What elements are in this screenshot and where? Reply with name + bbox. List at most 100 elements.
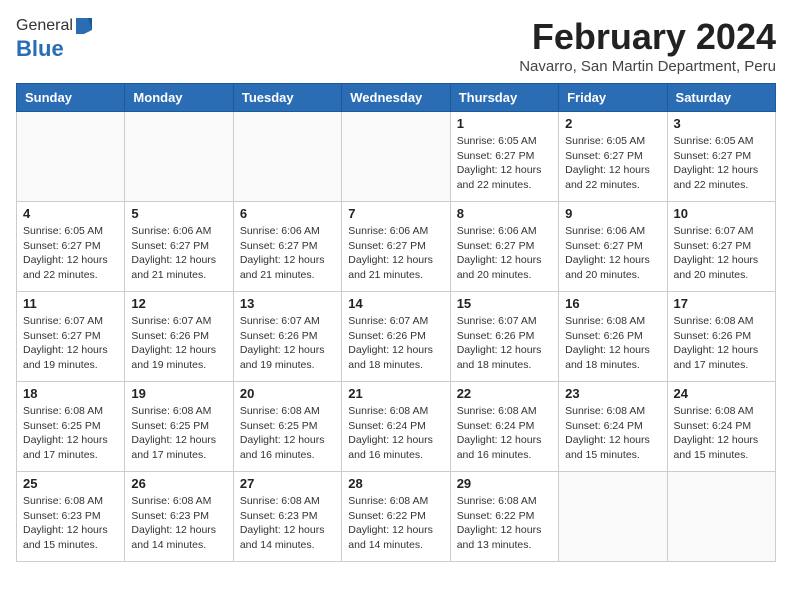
header-sunday: Sunday: [17, 84, 125, 112]
day-number: 16: [565, 296, 660, 311]
day-info: Sunrise: 6:05 AM Sunset: 6:27 PM Dayligh…: [565, 134, 660, 193]
day-info: Sunrise: 6:08 AM Sunset: 6:25 PM Dayligh…: [23, 404, 118, 463]
calendar-cell: [559, 472, 667, 562]
week-row-1: 4 Sunrise: 6:05 AM Sunset: 6:27 PM Daylig…: [17, 202, 776, 292]
calendar-cell: 9Sunrise: 6:06 AM Sunset: 6:27 PM Daylig…: [559, 202, 667, 292]
day-number: 3: [674, 116, 769, 131]
day-number: 22: [457, 386, 552, 401]
day-number: 23: [565, 386, 660, 401]
day-number: 1: [457, 116, 552, 131]
calendar-cell: 17 Sunrise: 6:08 AM Sunset: 6:26 PM Dayli…: [667, 292, 775, 382]
calendar-cell: [125, 112, 233, 202]
calendar-cell: 4 Sunrise: 6:05 AM Sunset: 6:27 PM Daylig…: [17, 202, 125, 292]
calendar-cell: 20 Sunrise: 6:08 AM Sunset: 6:25 PM Dayli…: [233, 382, 341, 472]
calendar-cell: 19 Sunrise: 6:08 AM Sunset: 6:25 PM Dayli…: [125, 382, 233, 472]
calendar-cell: [342, 112, 450, 202]
calendar-cell: 16 Sunrise: 6:08 AM Sunset: 6:26 PM Dayli…: [559, 292, 667, 382]
calendar-cell: 14 Sunrise: 6:07 AM Sunset: 6:26 PM Dayli…: [342, 292, 450, 382]
day-info: Sunrise: 6:07 AM Sunset: 6:27 PM Dayligh…: [674, 224, 769, 283]
week-row-4: 25 Sunrise: 6:08 AM Sunset: 6:23 PM Dayli…: [17, 472, 776, 562]
week-row-0: 1 Sunrise: 6:05 AM Sunset: 6:27 PM Daylig…: [17, 112, 776, 202]
title-area: February 2024 Navarro, San Martin Depart…: [519, 16, 776, 75]
calendar-cell: 25 Sunrise: 6:08 AM Sunset: 6:23 PM Dayli…: [17, 472, 125, 562]
day-number: 2: [565, 116, 660, 131]
calendar-cell: 6 Sunrise: 6:06 AM Sunset: 6:27 PM Daylig…: [233, 202, 341, 292]
day-info: Sunrise: 6:06 AM Sunset: 6:27 PM Dayligh…: [565, 224, 660, 283]
day-number: 17: [674, 296, 769, 311]
day-info: Sunrise: 6:07 AM Sunset: 6:26 PM Dayligh…: [457, 314, 552, 373]
main-title: February 2024: [519, 16, 776, 58]
day-info: Sunrise: 6:08 AM Sunset: 6:24 PM Dayligh…: [565, 404, 660, 463]
day-info: Sunrise: 6:06 AM Sunset: 6:27 PM Dayligh…: [348, 224, 443, 283]
day-info: Sunrise: 6:08 AM Sunset: 6:26 PM Dayligh…: [565, 314, 660, 373]
calendar-cell: 3 Sunrise: 6:05 AM Sunset: 6:27 PM Daylig…: [667, 112, 775, 202]
day-number: 7: [348, 206, 443, 221]
day-info: Sunrise: 6:08 AM Sunset: 6:24 PM Dayligh…: [348, 404, 443, 463]
header-saturday: Saturday: [667, 84, 775, 112]
calendar-cell: 21 Sunrise: 6:08 AM Sunset: 6:24 PM Dayli…: [342, 382, 450, 472]
calendar-cell: 27Sunrise: 6:08 AM Sunset: 6:23 PM Dayli…: [233, 472, 341, 562]
calendar-cell: 26 Sunrise: 6:08 AM Sunset: 6:23 PM Dayli…: [125, 472, 233, 562]
day-info: Sunrise: 6:05 AM Sunset: 6:27 PM Dayligh…: [23, 224, 118, 283]
day-info: Sunrise: 6:08 AM Sunset: 6:23 PM Dayligh…: [240, 494, 335, 553]
day-number: 24: [674, 386, 769, 401]
day-info: Sunrise: 6:06 AM Sunset: 6:27 PM Dayligh…: [131, 224, 226, 283]
day-info: Sunrise: 6:08 AM Sunset: 6:22 PM Dayligh…: [457, 494, 552, 553]
day-number: 14: [348, 296, 443, 311]
logo-icon: [74, 16, 94, 36]
calendar-header-row: SundayMondayTuesdayWednesdayThursdayFrid…: [17, 84, 776, 112]
day-info: Sunrise: 6:07 AM Sunset: 6:27 PM Dayligh…: [23, 314, 118, 373]
calendar-cell: 10Sunrise: 6:07 AM Sunset: 6:27 PM Dayli…: [667, 202, 775, 292]
calendar-table: SundayMondayTuesdayWednesdayThursdayFrid…: [16, 83, 776, 562]
calendar-cell: [233, 112, 341, 202]
subtitle: Navarro, San Martin Department, Peru: [519, 58, 776, 75]
day-info: Sunrise: 6:06 AM Sunset: 6:27 PM Dayligh…: [240, 224, 335, 283]
header-friday: Friday: [559, 84, 667, 112]
day-number: 8: [457, 206, 552, 221]
logo-blue-text: Blue: [16, 36, 64, 62]
calendar-cell: 24 Sunrise: 6:08 AM Sunset: 6:24 PM Dayli…: [667, 382, 775, 472]
calendar-cell: 5Sunrise: 6:06 AM Sunset: 6:27 PM Daylig…: [125, 202, 233, 292]
day-info: Sunrise: 6:08 AM Sunset: 6:24 PM Dayligh…: [457, 404, 552, 463]
day-number: 19: [131, 386, 226, 401]
calendar-cell: 15Sunrise: 6:07 AM Sunset: 6:26 PM Dayli…: [450, 292, 558, 382]
day-number: 4: [23, 206, 118, 221]
header-tuesday: Tuesday: [233, 84, 341, 112]
calendar-cell: 13 Sunrise: 6:07 AM Sunset: 6:26 PM Dayli…: [233, 292, 341, 382]
day-number: 29: [457, 476, 552, 491]
week-row-2: 11 Sunrise: 6:07 AM Sunset: 6:27 PM Dayli…: [17, 292, 776, 382]
calendar-cell: 23 Sunrise: 6:08 AM Sunset: 6:24 PM Dayli…: [559, 382, 667, 472]
day-info: Sunrise: 6:05 AM Sunset: 6:27 PM Dayligh…: [457, 134, 552, 193]
header-monday: Monday: [125, 84, 233, 112]
calendar-cell: 28Sunrise: 6:08 AM Sunset: 6:22 PM Dayli…: [342, 472, 450, 562]
calendar-cell: 2 Sunrise: 6:05 AM Sunset: 6:27 PM Daylig…: [559, 112, 667, 202]
week-row-3: 18 Sunrise: 6:08 AM Sunset: 6:25 PM Dayli…: [17, 382, 776, 472]
header-wednesday: Wednesday: [342, 84, 450, 112]
day-number: 18: [23, 386, 118, 401]
calendar-cell: 1 Sunrise: 6:05 AM Sunset: 6:27 PM Daylig…: [450, 112, 558, 202]
day-info: Sunrise: 6:08 AM Sunset: 6:25 PM Dayligh…: [131, 404, 226, 463]
calendar-cell: 22 Sunrise: 6:08 AM Sunset: 6:24 PM Dayli…: [450, 382, 558, 472]
day-number: 20: [240, 386, 335, 401]
day-info: Sunrise: 6:07 AM Sunset: 6:26 PM Dayligh…: [240, 314, 335, 373]
day-info: Sunrise: 6:08 AM Sunset: 6:23 PM Dayligh…: [23, 494, 118, 553]
day-info: Sunrise: 6:08 AM Sunset: 6:24 PM Dayligh…: [674, 404, 769, 463]
day-number: 11: [23, 296, 118, 311]
calendar-cell: [667, 472, 775, 562]
day-info: Sunrise: 6:08 AM Sunset: 6:23 PM Dayligh…: [131, 494, 226, 553]
day-info: Sunrise: 6:07 AM Sunset: 6:26 PM Dayligh…: [348, 314, 443, 373]
day-info: Sunrise: 6:08 AM Sunset: 6:25 PM Dayligh…: [240, 404, 335, 463]
day-info: Sunrise: 6:08 AM Sunset: 6:22 PM Dayligh…: [348, 494, 443, 553]
header: General Blue February 2024 Navarro, San …: [16, 16, 776, 75]
calendar-cell: 11 Sunrise: 6:07 AM Sunset: 6:27 PM Dayli…: [17, 292, 125, 382]
day-info: Sunrise: 6:08 AM Sunset: 6:26 PM Dayligh…: [674, 314, 769, 373]
day-number: 26: [131, 476, 226, 491]
day-number: 6: [240, 206, 335, 221]
day-number: 13: [240, 296, 335, 311]
logo-general-text: General: [16, 17, 73, 35]
day-info: Sunrise: 6:07 AM Sunset: 6:26 PM Dayligh…: [131, 314, 226, 373]
day-info: Sunrise: 6:05 AM Sunset: 6:27 PM Dayligh…: [674, 134, 769, 193]
day-number: 25: [23, 476, 118, 491]
logo: General Blue: [16, 16, 95, 62]
day-number: 21: [348, 386, 443, 401]
